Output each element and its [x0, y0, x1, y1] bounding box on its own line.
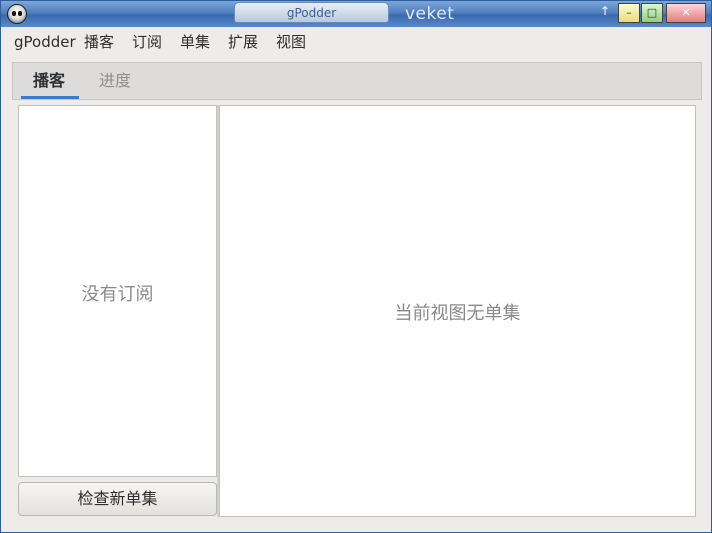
up-arrow-icon[interactable]: ↑: [598, 4, 612, 18]
minimize-button[interactable]: –: [618, 3, 640, 23]
window-title[interactable]: gPodder: [234, 2, 389, 23]
app-icon[interactable]: [7, 4, 27, 24]
menu-gpodder[interactable]: gPodder: [14, 32, 76, 52]
podcast-list[interactable]: 没有订阅: [18, 105, 217, 477]
menu-episodes[interactable]: 单集: [180, 32, 210, 52]
no-episodes-label: 当前视图无单集: [394, 303, 521, 324]
close-button[interactable]: ✕: [666, 3, 706, 23]
menu-podcasts[interactable]: 播客: [84, 32, 114, 52]
check-new-episodes-button[interactable]: 检查新单集: [18, 482, 217, 516]
tab-podcasts[interactable]: 播客: [33, 69, 65, 93]
active-tab-indicator: [21, 96, 79, 99]
maximize-button[interactable]: □: [641, 3, 663, 23]
menu-bar: gPodder 播客 订阅 单集 扩展 视图: [1, 27, 711, 57]
no-subscriptions-label: 没有订阅: [81, 284, 154, 305]
notebook-tabs: 播客 进度: [12, 62, 702, 100]
menu-view[interactable]: 视图: [276, 32, 306, 52]
host-name: veket: [405, 4, 455, 24]
episode-list[interactable]: 当前视图无单集: [219, 105, 696, 517]
title-bar[interactable]: gPodder veket ↑ – □ ✕: [1, 1, 711, 27]
menu-extras[interactable]: 扩展: [228, 32, 258, 52]
gpodder-window: gPodder veket ↑ – □ ✕ gPodder 播客 订阅 单集 扩…: [0, 0, 712, 533]
tab-progress[interactable]: 进度: [99, 69, 131, 93]
menu-subscriptions[interactable]: 订阅: [132, 32, 162, 52]
